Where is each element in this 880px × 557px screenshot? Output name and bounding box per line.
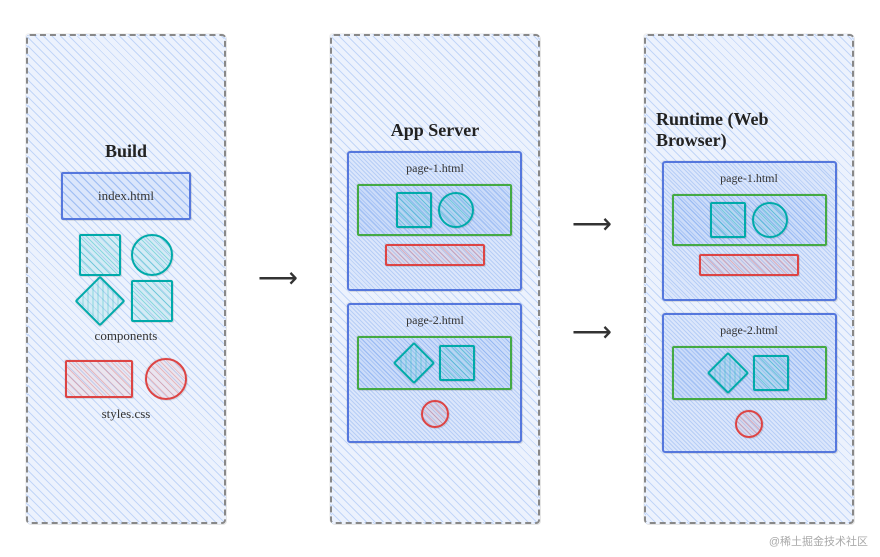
server-page2-row1 xyxy=(365,344,504,382)
runtime-p2-square xyxy=(753,355,789,391)
arrow-build-to-server: ⟶ xyxy=(258,34,298,524)
arrow-symbol-2: ⟶ xyxy=(572,211,612,239)
runtime-page1-row1 xyxy=(680,202,819,238)
arrow-symbol-1: ⟶ xyxy=(258,265,298,293)
server-page2-title: page-2.html xyxy=(406,313,464,328)
runtime-p1-square xyxy=(710,202,746,238)
runtime-p2-diamond xyxy=(707,352,749,394)
comp-square-1 xyxy=(79,234,121,276)
arrows-server-to-runtime: ⟶ ⟶ xyxy=(572,34,612,524)
server-page-cards: page-1.html page-2.html xyxy=(342,151,528,443)
server-p1-circle xyxy=(438,192,474,228)
runtime-page-cards: page-1.html page-2.html xyxy=(656,161,842,453)
comp-circle xyxy=(131,234,173,276)
server-page2-card: page-2.html xyxy=(347,303,522,443)
components-row xyxy=(79,234,173,276)
runtime-page2-inner xyxy=(672,346,827,400)
watermark: @稀土掘金技术社区 xyxy=(769,533,868,549)
runtime-p1-red-rect xyxy=(699,254,799,276)
build-items: index.html components xyxy=(38,172,214,422)
styles-rect xyxy=(65,360,133,398)
server-page1-card: page-1.html xyxy=(347,151,522,291)
build-title: Build xyxy=(105,141,147,162)
server-section: App Server page-1.html page-2.html xyxy=(330,34,540,524)
components-row-2 xyxy=(79,280,173,322)
runtime-page2-row1 xyxy=(680,354,819,392)
runtime-p1-circle xyxy=(752,202,788,238)
runtime-page1-card: page-1.html xyxy=(662,161,837,301)
runtime-page2-title: page-2.html xyxy=(720,323,778,338)
server-p2-diamond xyxy=(393,341,435,383)
runtime-p2-red-circle xyxy=(735,410,763,438)
runtime-page1-title: page-1.html xyxy=(720,171,778,186)
runtime-title: Runtime (Web Browser) xyxy=(656,109,842,151)
server-p2-square xyxy=(439,345,475,381)
server-p2-red-circle xyxy=(421,400,449,428)
runtime-page1-inner xyxy=(672,194,827,246)
comp-diamond xyxy=(75,275,126,326)
server-page2-inner xyxy=(357,336,512,390)
runtime-section: Runtime (Web Browser) page-1.html page-2… xyxy=(644,34,854,524)
server-page1-inner xyxy=(357,184,512,236)
styles-circle xyxy=(145,358,187,400)
diagram: Build index.html components xyxy=(0,0,880,557)
index-html-box: index.html xyxy=(61,172,191,220)
server-p1-red-rect xyxy=(385,244,485,266)
arrow-symbol-3: ⟶ xyxy=(572,319,612,347)
server-page1-title: page-1.html xyxy=(406,161,464,176)
server-p1-square xyxy=(396,192,432,228)
double-arrow-group: ⟶ ⟶ xyxy=(572,211,612,347)
styles-row xyxy=(65,358,187,400)
index-html-label: index.html xyxy=(98,188,154,204)
components-label: components xyxy=(95,328,158,344)
server-page1-row1 xyxy=(365,192,504,228)
comp-square-2 xyxy=(131,280,173,322)
build-section: Build index.html components xyxy=(26,34,226,524)
runtime-page2-card: page-2.html xyxy=(662,313,837,453)
styles-label: styles.css xyxy=(102,406,151,422)
server-title: App Server xyxy=(391,120,480,141)
